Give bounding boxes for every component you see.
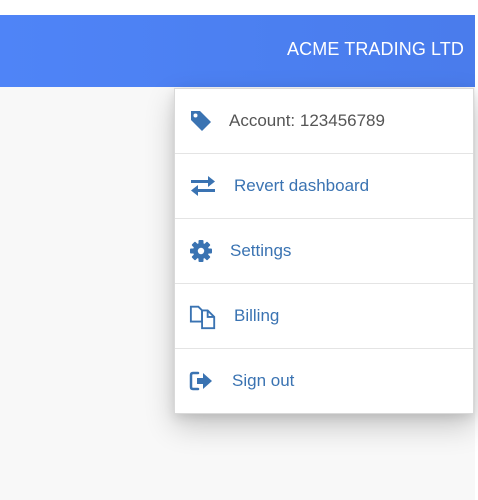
account-dropdown-menu: Account: 123456789 Revert dashboard Sett… bbox=[174, 88, 474, 414]
account-number-label: Account: 123456789 bbox=[229, 111, 385, 130]
top-strip bbox=[0, 0, 478, 15]
sign-out-label: Sign out bbox=[232, 371, 295, 390]
revert-dashboard-label: Revert dashboard bbox=[234, 176, 370, 195]
gear-icon bbox=[189, 237, 217, 265]
menu-item-billing[interactable]: Billing bbox=[175, 284, 473, 349]
menu-item-settings[interactable]: Settings bbox=[175, 219, 473, 284]
menu-item-account: Account: 123456789 bbox=[175, 89, 473, 154]
company-name-button[interactable]: ACME TRADING LTD bbox=[287, 39, 464, 60]
billing-label: Billing bbox=[234, 306, 280, 325]
menu-item-sign-out[interactable]: Sign out bbox=[175, 349, 473, 413]
app-header: ACME TRADING LTD bbox=[0, 15, 475, 87]
sign-out-icon bbox=[189, 367, 217, 395]
settings-label: Settings bbox=[230, 241, 292, 260]
tag-icon bbox=[189, 107, 217, 135]
menu-item-revert-dashboard[interactable]: Revert dashboard bbox=[175, 154, 473, 219]
copy-documents-icon bbox=[189, 302, 217, 330]
exchange-arrows-icon bbox=[189, 172, 217, 200]
